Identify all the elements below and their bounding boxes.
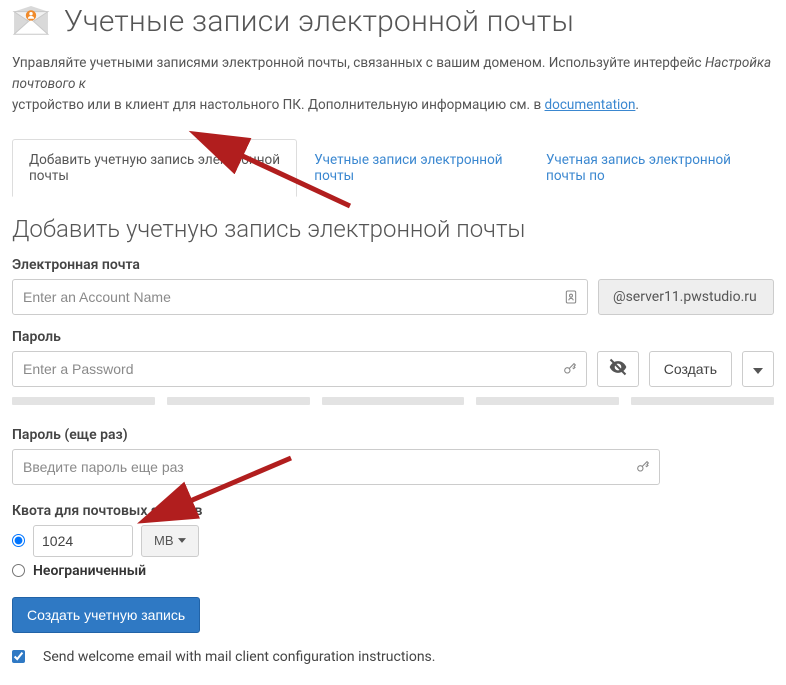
- quota-unlimited-radio[interactable]: [12, 564, 25, 577]
- password-input[interactable]: [12, 351, 587, 387]
- generate-password-dropdown[interactable]: [742, 351, 774, 387]
- email-account-input[interactable]: [12, 279, 588, 315]
- quota-unit-dropdown[interactable]: MB: [141, 525, 199, 557]
- tab-list-accounts[interactable]: Учетные записи электронной почты: [297, 139, 529, 197]
- toggle-password-visibility[interactable]: [597, 351, 639, 387]
- tab-add-account[interactable]: Добавить учетную запись электронной почт…: [12, 139, 297, 197]
- documentation-link[interactable]: documentation: [545, 97, 636, 113]
- section-title: Добавить учетную запись электронной почт…: [12, 215, 774, 243]
- intro-text: Управляйте учетными записями электронной…: [12, 53, 774, 116]
- mail-icon: [12, 6, 50, 38]
- email-label: Электронная почта: [12, 257, 774, 273]
- page-title: Учетные записи электронной почты: [64, 4, 574, 39]
- intro-line2: устройство или в клиент для настольного …: [12, 97, 545, 113]
- create-account-button[interactable]: Создать учетную запись: [12, 597, 200, 633]
- password-strength-meter: [12, 397, 774, 405]
- tab-default-account[interactable]: Учетная запись электронной почты по: [529, 139, 774, 197]
- quota-limited-radio[interactable]: [12, 534, 25, 547]
- quota-label: Квота для почтовых ящиков: [12, 503, 774, 519]
- quota-unit-label: MB: [154, 533, 174, 548]
- eye-off-icon: [608, 357, 628, 380]
- caret-down-icon: [753, 361, 763, 377]
- tabs: Добавить учетную запись электронной почт…: [12, 138, 774, 197]
- email-domain: @server11.pwstudio.ru: [598, 279, 774, 315]
- generate-password-button[interactable]: Создать: [649, 351, 732, 387]
- send-welcome-label: Send welcome email with mail client conf…: [43, 649, 435, 665]
- password-confirm-input[interactable]: [12, 449, 660, 485]
- password-label: Пароль: [12, 329, 774, 345]
- intro-period: .: [635, 97, 639, 113]
- quota-value-input[interactable]: [33, 525, 133, 557]
- password-confirm-label: Пароль (еще раз): [12, 427, 774, 443]
- send-welcome-checkbox[interactable]: [12, 650, 25, 663]
- quota-unlimited-label: Неограниченный: [33, 563, 146, 579]
- caret-down-icon: [178, 538, 186, 543]
- intro-prefix: Управляйте учетными записями электронной…: [12, 55, 705, 71]
